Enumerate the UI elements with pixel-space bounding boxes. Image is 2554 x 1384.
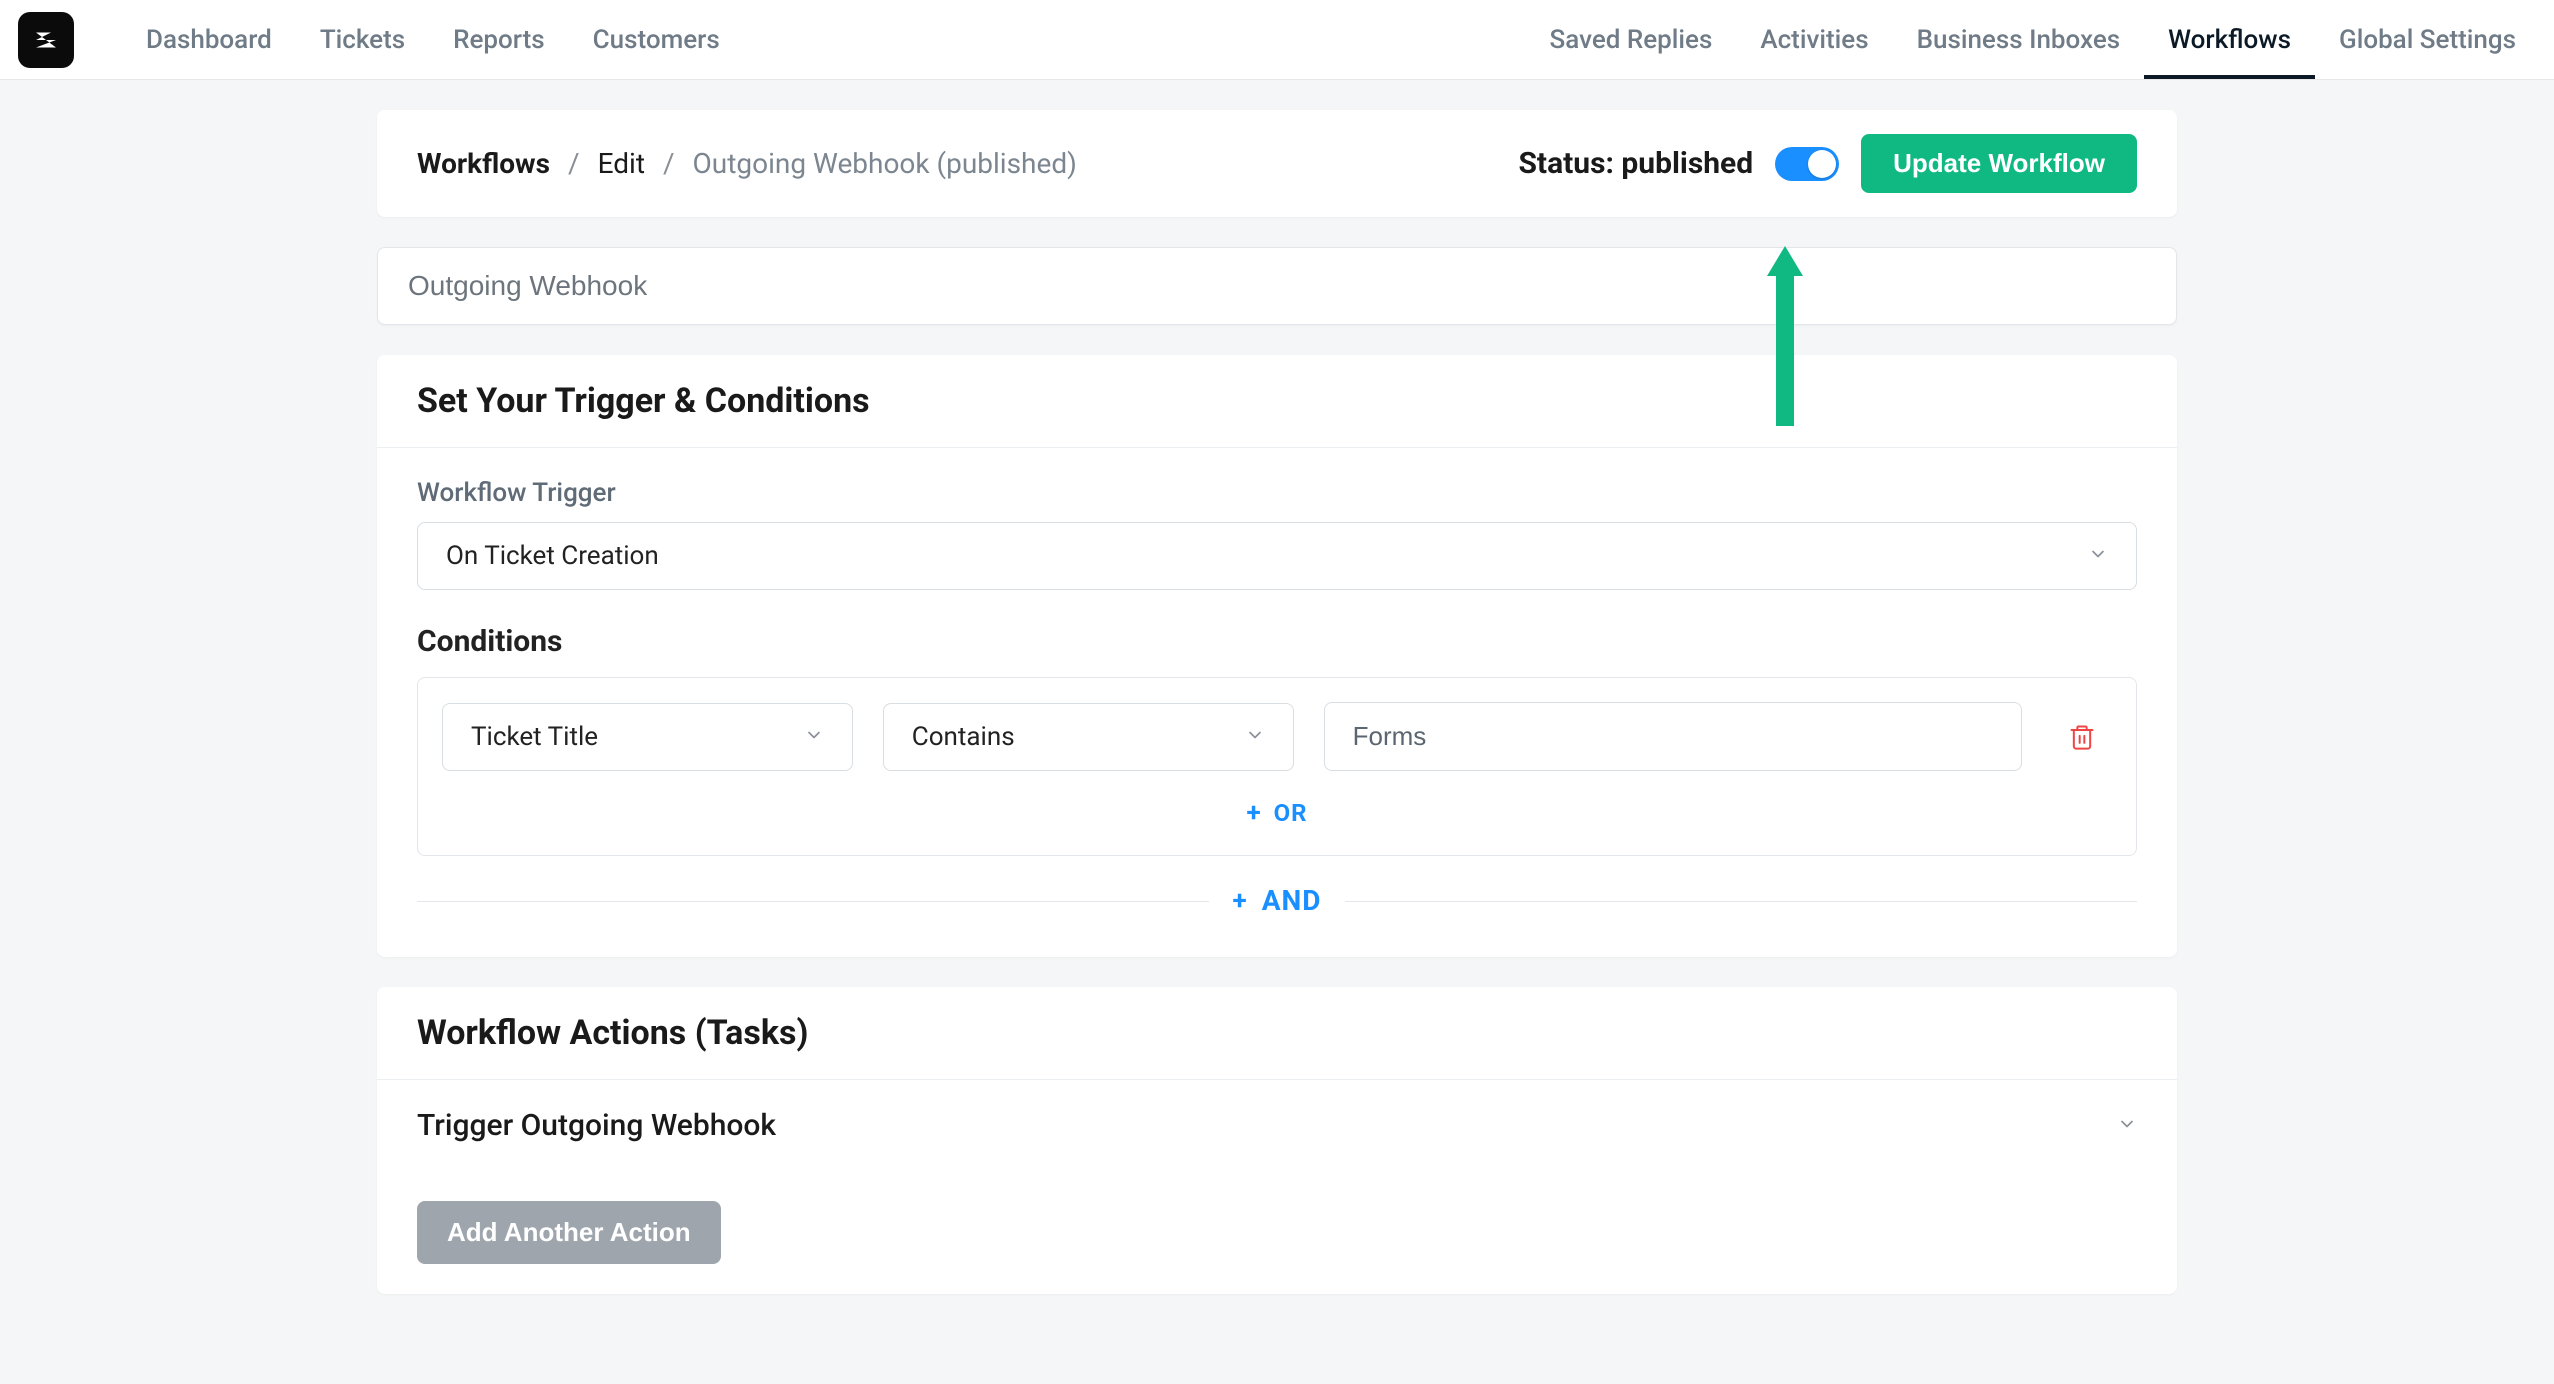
- condition-operator-select[interactable]: Contains: [883, 703, 1294, 771]
- delete-condition-button[interactable]: [2052, 723, 2112, 751]
- nav-customers[interactable]: Customers: [569, 0, 744, 79]
- trigger-section-body: Workflow Trigger On Ticket Creation Cond…: [377, 448, 2177, 957]
- chevron-down-icon: [804, 722, 824, 752]
- breadcrumb-sep: /: [568, 147, 580, 180]
- condition-value-input[interactable]: [1324, 702, 2022, 771]
- actions-section: Workflow Actions (Tasks) Trigger Outgoin…: [377, 987, 2177, 1294]
- app-logo-icon[interactable]: [18, 12, 74, 68]
- chevron-down-icon: [2088, 541, 2108, 571]
- breadcrumb-root[interactable]: Workflows: [417, 147, 550, 180]
- or-label: OR: [1274, 799, 1308, 827]
- trigger-section-title: Set Your Trigger & Conditions: [417, 381, 2137, 421]
- actions-section-title: Workflow Actions (Tasks): [417, 1013, 2137, 1053]
- plus-icon: +: [1246, 800, 1261, 826]
- condition-operator-value: Contains: [912, 722, 1015, 752]
- condition-group: Ticket Title Contains: [417, 677, 2137, 856]
- trigger-select[interactable]: On Ticket Creation: [417, 522, 2137, 590]
- nav-tickets[interactable]: Tickets: [296, 0, 429, 79]
- page: Workflows / Edit / Outgoing Webhook (pub…: [377, 80, 2177, 1384]
- and-label: AND: [1262, 884, 1322, 917]
- trigger-section-head: Set Your Trigger & Conditions: [377, 355, 2177, 448]
- add-and-condition-button[interactable]: + AND: [417, 884, 2137, 917]
- top-nav-right: Saved Replies Activities Business Inboxe…: [1526, 0, 2540, 79]
- action-item[interactable]: Trigger Outgoing Webhook: [377, 1079, 2177, 1171]
- breadcrumb-current: Outgoing Webhook (published): [693, 147, 1077, 180]
- trigger-section: Set Your Trigger & Conditions Workflow T…: [377, 355, 2177, 957]
- workflow-name-input[interactable]: [377, 247, 2177, 325]
- nav-global-settings[interactable]: Global Settings: [2315, 0, 2540, 79]
- chevron-down-icon: [2117, 1112, 2137, 1140]
- trigger-select-value: On Ticket Creation: [446, 541, 659, 571]
- plus-icon: +: [1233, 888, 1248, 914]
- add-or-condition-button[interactable]: + OR: [442, 771, 2112, 855]
- condition-field-value: Ticket Title: [471, 722, 598, 752]
- logo-icon: [31, 25, 61, 55]
- condition-field-select[interactable]: Ticket Title: [442, 703, 853, 771]
- nav-business-inboxes[interactable]: Business Inboxes: [1893, 0, 2145, 79]
- status-label: Status: published: [1518, 146, 1753, 181]
- nav-activities[interactable]: Activities: [1736, 0, 1892, 79]
- top-nav: Dashboard Tickets Reports Customers Save…: [0, 0, 2554, 80]
- add-another-action-button[interactable]: Add Another Action: [417, 1201, 721, 1264]
- nav-workflows[interactable]: Workflows: [2144, 0, 2315, 79]
- nav-dashboard[interactable]: Dashboard: [122, 0, 296, 79]
- actions-section-head: Workflow Actions (Tasks): [377, 987, 2177, 1079]
- breadcrumb: Workflows / Edit / Outgoing Webhook (pub…: [417, 147, 1077, 180]
- action-item-label: Trigger Outgoing Webhook: [417, 1108, 776, 1143]
- toggle-knob: [1808, 150, 1836, 178]
- header-right: Status: published Update Workflow: [1518, 134, 2137, 193]
- breadcrumb-edit[interactable]: Edit: [598, 147, 645, 180]
- nav-saved-replies[interactable]: Saved Replies: [1526, 0, 1737, 79]
- top-nav-left: Dashboard Tickets Reports Customers: [18, 0, 744, 79]
- publish-toggle[interactable]: [1775, 147, 1839, 181]
- nav-reports[interactable]: Reports: [429, 0, 569, 79]
- trigger-label: Workflow Trigger: [417, 478, 2137, 508]
- breadcrumb-sep: /: [663, 147, 675, 180]
- header-bar: Workflows / Edit / Outgoing Webhook (pub…: [377, 110, 2177, 217]
- condition-row: Ticket Title Contains: [442, 702, 2112, 771]
- conditions-label: Conditions: [417, 624, 2137, 659]
- chevron-down-icon: [1245, 722, 1265, 752]
- trash-icon: [2068, 723, 2096, 751]
- update-workflow-button[interactable]: Update Workflow: [1861, 134, 2137, 193]
